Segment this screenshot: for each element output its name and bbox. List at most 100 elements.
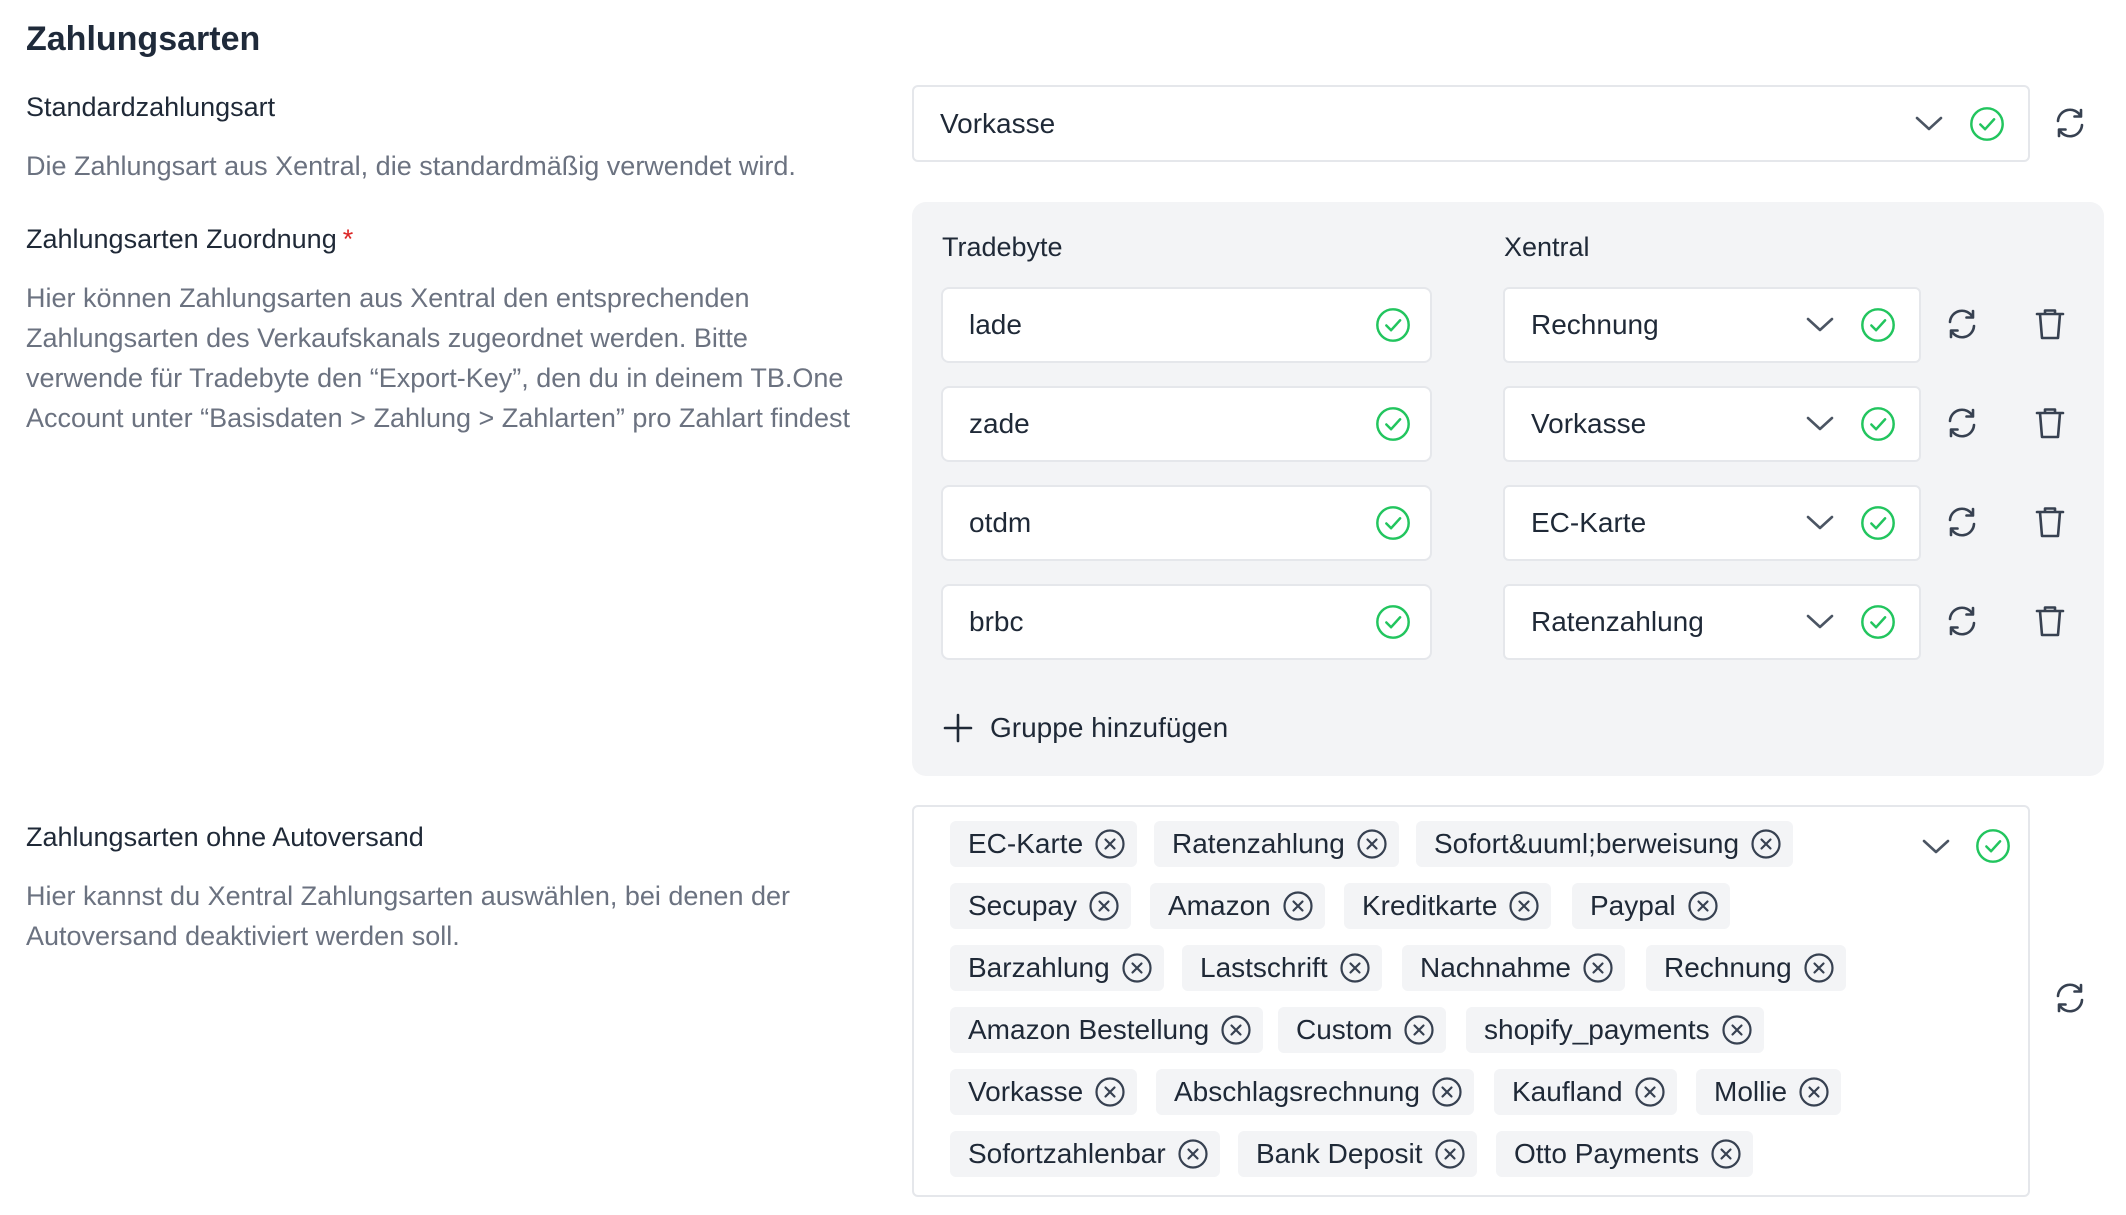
x-circle-icon[interactable]	[1087, 889, 1121, 923]
check-circle-icon	[1859, 306, 1897, 344]
tag-chip: Bank Deposit	[1238, 1131, 1477, 1177]
tag-label: Rechnung	[1664, 952, 1792, 983]
x-circle-icon[interactable]	[1355, 827, 1389, 861]
tradebyte-key-input[interactable]: zade	[941, 386, 1432, 462]
column-header-tradebyte: Tradebyte	[942, 232, 1063, 262]
x-circle-icon[interactable]	[1709, 1137, 1743, 1171]
refresh-icon[interactable]	[1944, 405, 1980, 441]
column-header-xentral: Xentral	[1504, 232, 1590, 262]
tag-label: Nachnahme	[1420, 952, 1571, 983]
tag-label: Custom	[1296, 1014, 1393, 1045]
chevron-down-icon[interactable]	[1914, 115, 1944, 133]
tag-chip: Custom	[1278, 1007, 1447, 1053]
x-circle-icon[interactable]	[1797, 1075, 1831, 1109]
tag-label: Barzahlung	[968, 952, 1110, 983]
tag-label: Otto Payments	[1514, 1138, 1700, 1169]
check-circle-icon	[1374, 504, 1412, 542]
tag-chip: Kreditkarte	[1344, 883, 1552, 929]
tag-label: EC-Karte	[968, 828, 1084, 859]
x-circle-icon[interactable]	[1219, 1013, 1253, 1047]
required-marker: *	[342, 224, 354, 254]
tag-label: Vorkasse	[968, 1076, 1084, 1107]
refresh-icon[interactable]	[2052, 980, 2088, 1016]
xentral-payment-value: EC-Karte	[1531, 507, 1647, 538]
x-circle-icon[interactable]	[1720, 1013, 1754, 1047]
add-group-button[interactable]: Gruppe hinzufügen	[942, 712, 1228, 744]
refresh-icon[interactable]	[1944, 306, 1980, 342]
x-circle-icon[interactable]	[1686, 889, 1720, 923]
x-circle-icon[interactable]	[1093, 1075, 1127, 1109]
tag-chip: EC-Karte	[950, 821, 1138, 867]
tag-chip: Amazon	[1150, 883, 1325, 929]
xentral-payment-value: Rechnung	[1531, 309, 1659, 340]
tag-chip: Sofort&uuml;berweisung	[1416, 821, 1794, 867]
trash-icon[interactable]	[2032, 306, 2068, 342]
tag-chip: Mollie	[1696, 1069, 1842, 1115]
x-circle-icon[interactable]	[1749, 827, 1783, 861]
tradebyte-key-input[interactable]: brbc	[941, 584, 1432, 660]
chevron-down-icon[interactable]	[1805, 415, 1835, 433]
tradebyte-key-value: lade	[969, 309, 1022, 340]
tradebyte-key-input[interactable]: lade	[941, 287, 1432, 363]
chevron-down-icon[interactable]	[1805, 316, 1835, 334]
chevron-down-icon[interactable]	[1921, 838, 1951, 856]
section-title: Zahlungsarten	[26, 20, 261, 58]
tag-chip: Sofortzahlenbar	[950, 1131, 1220, 1177]
xentral-payment-select[interactable]: Ratenzahlung	[1503, 584, 1921, 660]
x-circle-icon[interactable]	[1581, 951, 1615, 985]
tradebyte-key-input[interactable]: otdm	[941, 485, 1432, 561]
mapping-label: Zahlungsarten Zuordnung *	[26, 224, 353, 255]
tag-label: Ratenzahlung	[1172, 828, 1345, 859]
x-circle-icon[interactable]	[1338, 951, 1372, 985]
chevron-down-icon[interactable]	[1805, 514, 1835, 532]
tag-label: shopify_payments	[1484, 1014, 1710, 1045]
default-payment-label: Standardzahlungsart	[26, 92, 276, 122]
x-circle-icon[interactable]	[1093, 827, 1127, 861]
tag-chip: Vorkasse	[950, 1069, 1138, 1115]
xentral-payment-value: Vorkasse	[1531, 408, 1647, 439]
x-circle-icon[interactable]	[1430, 1075, 1464, 1109]
check-circle-icon	[1859, 603, 1897, 641]
x-circle-icon[interactable]	[1633, 1075, 1667, 1109]
tradebyte-key-value: brbc	[969, 606, 1024, 637]
x-circle-icon[interactable]	[1433, 1137, 1467, 1171]
tag-label: Sofort&uuml;berweisung	[1434, 828, 1740, 859]
tag-label: Lastschrift	[1200, 952, 1328, 983]
x-circle-icon[interactable]	[1281, 889, 1315, 923]
xentral-payment-select[interactable]: Vorkasse	[1503, 386, 1921, 462]
xentral-payment-select[interactable]: Rechnung	[1503, 287, 1921, 363]
chevron-down-icon[interactable]	[1805, 613, 1835, 631]
tag-label: Abschlagsrechnung	[1174, 1076, 1420, 1107]
check-circle-icon	[1374, 306, 1412, 344]
trash-icon[interactable]	[2032, 405, 2068, 441]
tag-label: Mollie	[1714, 1076, 1788, 1107]
refresh-icon[interactable]	[1944, 504, 1980, 540]
tag-chip: Abschlagsrechnung	[1156, 1069, 1474, 1115]
x-circle-icon[interactable]	[1120, 951, 1154, 985]
mapping-help: Hier können Zahlungsarten aus Xentral de…	[26, 283, 850, 433]
tag-label: Sofortzahlenbar	[968, 1138, 1166, 1169]
default-payment-select[interactable]: Vorkasse	[912, 85, 2030, 162]
tag-label: Paypal	[1590, 890, 1676, 921]
tag-chip: Amazon Bestellung	[950, 1007, 1264, 1053]
mapping-label-text: Zahlungsarten Zuordnung	[26, 224, 337, 254]
tag-label: Kaufland	[1512, 1076, 1623, 1107]
x-circle-icon[interactable]	[1402, 1013, 1436, 1047]
tag-label: Amazon	[1168, 890, 1271, 921]
no-autoship-label: Zahlungsarten ohne Autoversand	[26, 822, 424, 852]
x-circle-icon[interactable]	[1507, 889, 1541, 923]
tag-chip: Paypal	[1572, 883, 1730, 929]
xentral-payment-value: Ratenzahlung	[1531, 606, 1704, 637]
trash-icon[interactable]	[2032, 603, 2068, 639]
tag-chip: Ratenzahlung	[1154, 821, 1399, 867]
check-circle-icon	[1374, 603, 1412, 641]
add-group-label: Gruppe hinzufügen	[990, 712, 1229, 743]
refresh-icon[interactable]	[1944, 603, 1980, 639]
x-circle-icon[interactable]	[1802, 951, 1836, 985]
tag-chip: Rechnung	[1646, 945, 1846, 991]
default-payment-value: Vorkasse	[940, 107, 1056, 139]
refresh-icon[interactable]	[2052, 105, 2088, 141]
xentral-payment-select[interactable]: EC-Karte	[1503, 485, 1921, 561]
trash-icon[interactable]	[2032, 504, 2068, 540]
x-circle-icon[interactable]	[1176, 1137, 1210, 1171]
